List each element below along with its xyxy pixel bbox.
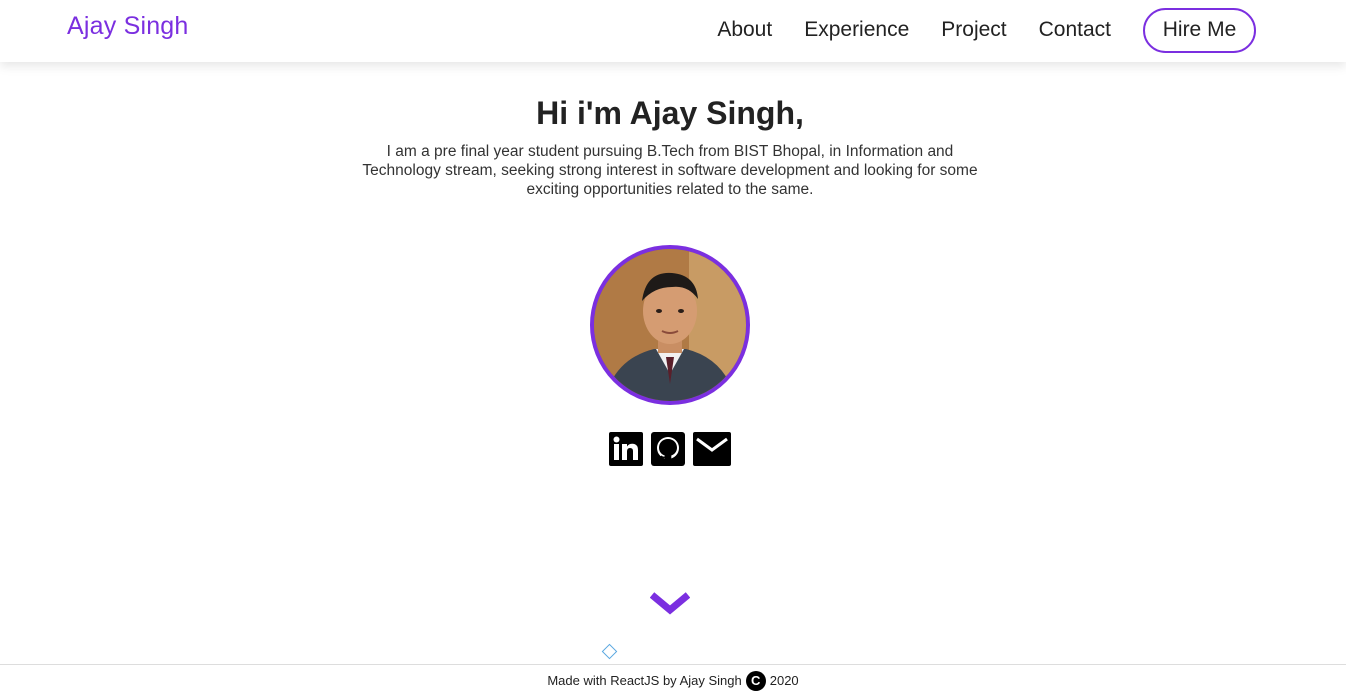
hero-title: Hi i'm Ajay Singh, bbox=[536, 95, 804, 131]
brand-name[interactable]: Ajay Singh bbox=[67, 12, 189, 41]
footer: Made with ReactJS by Ajay Singh C 2020 bbox=[0, 664, 1346, 696]
nav-link-about[interactable]: About bbox=[717, 7, 772, 53]
linkedin-icon[interactable] bbox=[609, 432, 643, 466]
hero-description: I am a pre final year student pursuing B… bbox=[362, 143, 978, 198]
scroll-down-chevron-icon[interactable] bbox=[650, 590, 690, 618]
diamond-icon bbox=[601, 643, 618, 660]
footer-year: 2020 bbox=[769, 673, 799, 688]
hire-me-button[interactable]: Hire Me bbox=[1143, 7, 1256, 53]
mail-icon[interactable] bbox=[693, 432, 731, 466]
navbar: Ajay Singh About Experience Project Cont… bbox=[0, 0, 1346, 62]
nav-links: About Experience Project Contact Hire Me bbox=[717, 7, 1256, 53]
nav-link-contact[interactable]: Contact bbox=[1039, 7, 1111, 53]
copyright-icon: C bbox=[745, 670, 766, 691]
profile-photo bbox=[590, 245, 750, 405]
nav-link-project[interactable]: Project bbox=[941, 7, 1006, 53]
nav-link-experience[interactable]: Experience bbox=[804, 7, 909, 53]
github-icon[interactable] bbox=[651, 432, 685, 466]
social-links bbox=[609, 432, 731, 466]
footer-text: Made with ReactJS by Ajay Singh bbox=[547, 673, 742, 688]
profile-photo-illustration bbox=[594, 249, 746, 401]
